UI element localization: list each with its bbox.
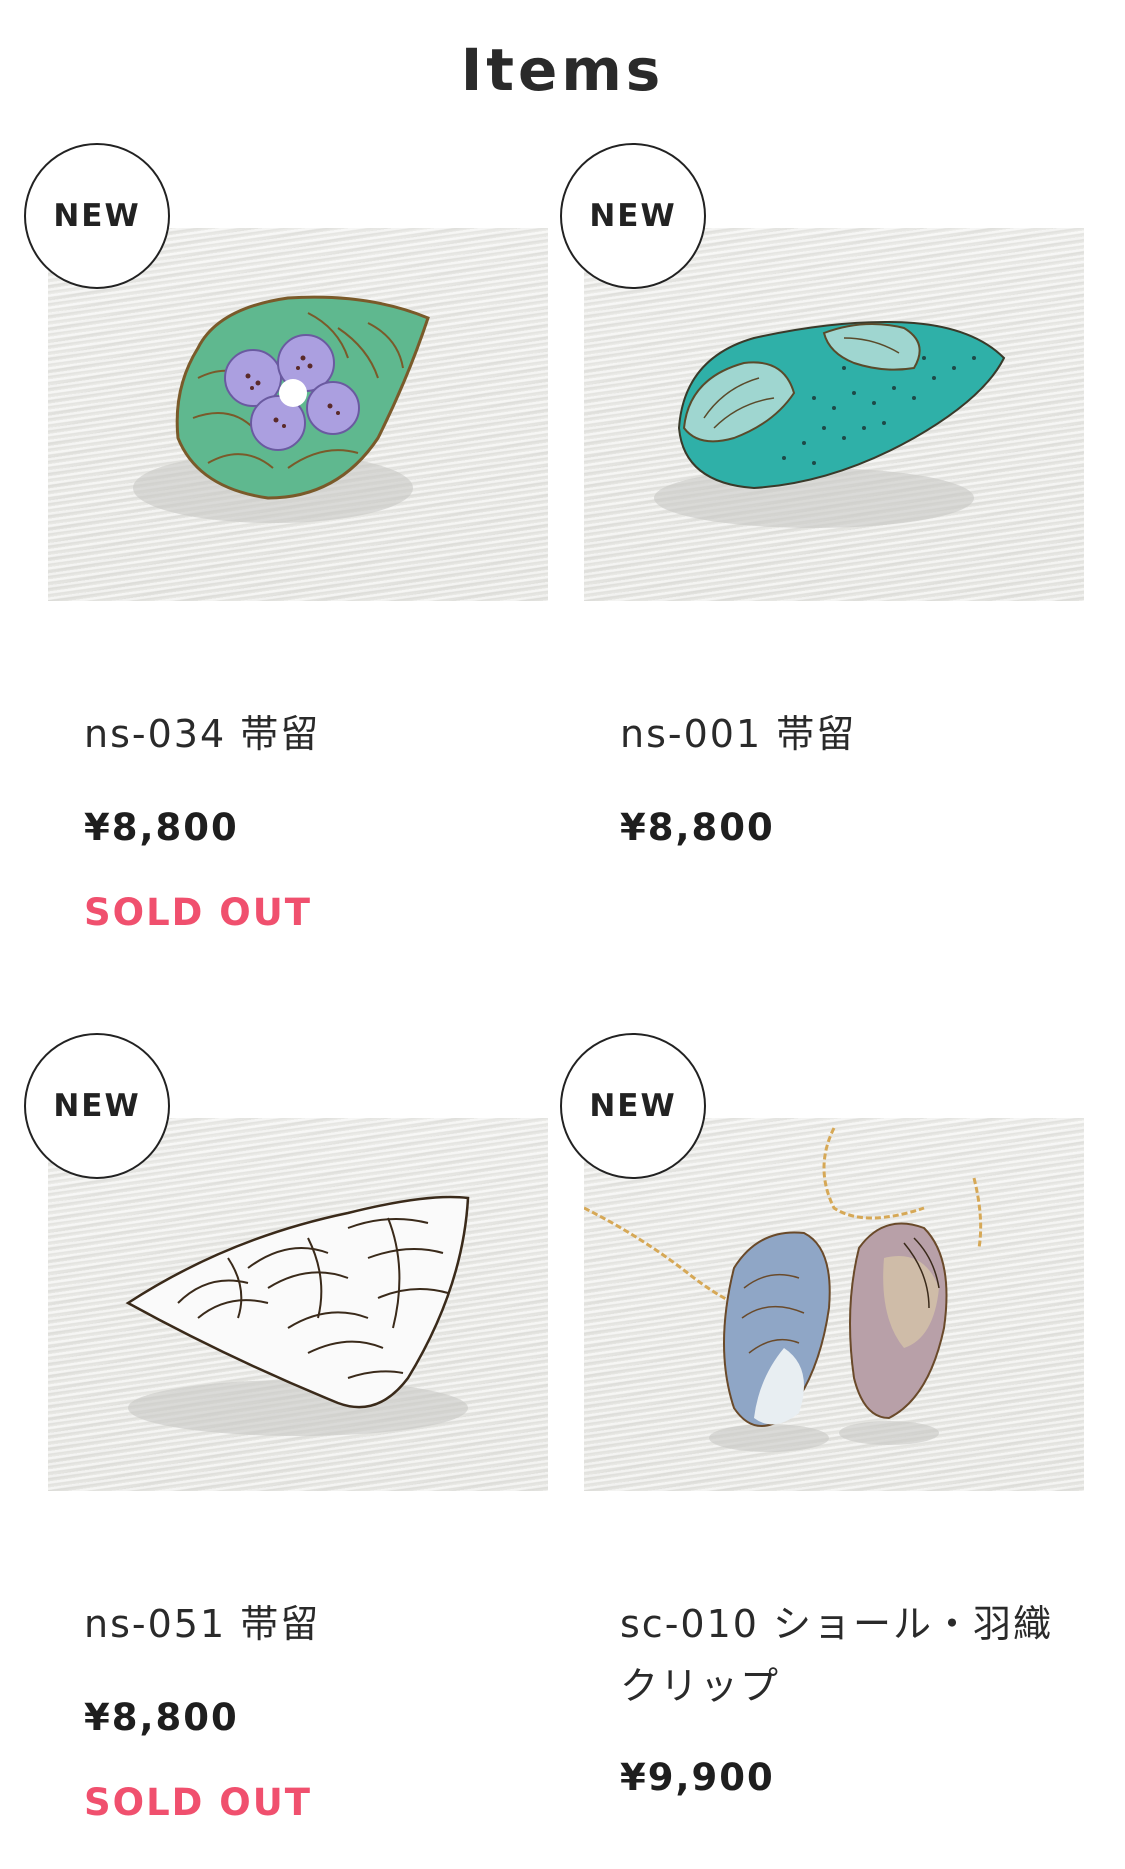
new-badge: NEW (560, 1033, 706, 1179)
sold-out-label: SOLD OUT (84, 1781, 313, 1824)
product-name[interactable]: ns-051 帯留 (84, 1593, 534, 1655)
product-price: ¥8,800 (84, 806, 239, 849)
sold-out-label: SOLD OUT (84, 891, 313, 934)
items-page: Items NEW ns-034 帯留 ¥8,800 SOLD OUT NEW … (0, 0, 1125, 1869)
product-price: ¥9,900 (620, 1756, 775, 1799)
new-badge: NEW (560, 143, 706, 289)
page-title: Items (460, 36, 665, 104)
product-price: ¥8,800 (620, 806, 775, 849)
new-badge: NEW (24, 1033, 170, 1179)
product-name[interactable]: ns-034 帯留 (84, 703, 534, 765)
new-badge: NEW (24, 143, 170, 289)
product-name[interactable]: ns-001 帯留 (620, 703, 1070, 765)
product-price: ¥8,800 (84, 1696, 239, 1739)
product-name[interactable]: sc-010 ショール・羽織クリップ (620, 1593, 1070, 1717)
